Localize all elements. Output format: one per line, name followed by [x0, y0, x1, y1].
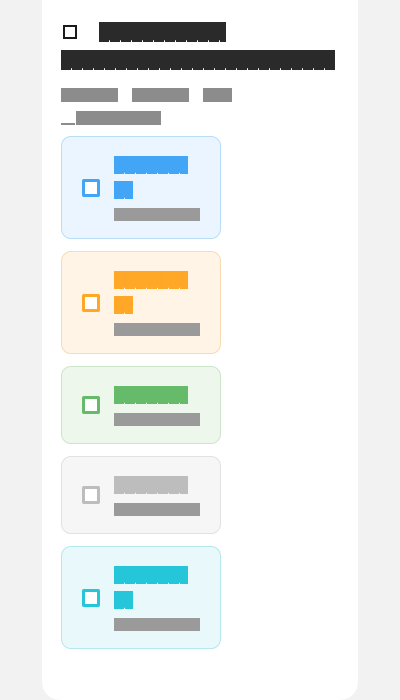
option-card[interactable]: ██████ █ ████████: [61, 251, 221, 354]
option-description: ████████: [114, 323, 200, 336]
checkbox[interactable]: [82, 178, 100, 197]
square-icon: [63, 25, 77, 39]
meta-text-a: █████: [61, 88, 118, 102]
option-label-2: █: [114, 296, 133, 314]
option-list: ██████ █ ███████ █ █████ █ █ ██████ ██ ████…: [61, 136, 221, 661]
option-label-2: █: [114, 591, 133, 609]
option-card[interactable]: ██████ █ ████████: [61, 546, 221, 649]
option-description: ███████: [114, 413, 200, 426]
checkbox[interactable]: [82, 396, 100, 414]
option-card[interactable]: ██████ ████████: [61, 456, 221, 534]
option-card[interactable]: ██████ ███████: [61, 366, 221, 444]
title-row: ██████████: [61, 22, 351, 42]
option-label: ██████: [114, 271, 188, 289]
checkbox[interactable]: [82, 588, 100, 607]
header: ██████████ █████████████████████ █████ █…: [61, 22, 351, 125]
meta-text-d: ████████: [76, 111, 161, 125]
option-card[interactable]: ██████ █ ████████: [61, 136, 221, 239]
option-description: ████████: [114, 208, 200, 221]
page-subtitle: █████████████████████: [61, 50, 335, 70]
meta-text-c: ██: [203, 88, 232, 102]
option-description: ████████: [114, 618, 200, 631]
option-label: ██████: [114, 566, 188, 584]
meta-text-b: █████: [132, 88, 189, 102]
meta-row: █████ █████ ██: [61, 88, 351, 104]
option-label: ██████: [114, 156, 188, 174]
option-description: ████████: [114, 503, 200, 516]
option-label-2: █: [114, 181, 133, 199]
checkbox[interactable]: [82, 486, 100, 504]
option-label: ██████: [114, 386, 188, 404]
option-label: ██████: [114, 476, 188, 494]
underline-mark: [61, 123, 75, 125]
page-title: ██████████: [99, 22, 226, 42]
checkbox[interactable]: [82, 293, 100, 312]
meta-row-2: ████████: [61, 109, 351, 125]
